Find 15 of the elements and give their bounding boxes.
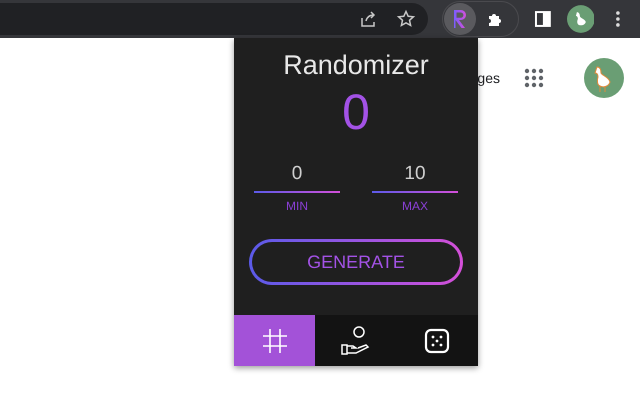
dice-icon [423, 326, 452, 354]
apps-grid-icon[interactable] [524, 68, 544, 88]
field-label: MIN [286, 199, 308, 213]
popup-title: Randomizer [283, 50, 429, 81]
result-number: 0 [342, 87, 370, 137]
images-link[interactable]: ges [477, 70, 500, 86]
number-field[interactable]: 10 [372, 163, 458, 193]
star-icon[interactable] [396, 9, 416, 29]
side-panel-icon[interactable] [532, 9, 552, 29]
number-field[interactable]: 0 [254, 163, 340, 193]
field-label: MAX [402, 199, 428, 213]
extension-r-icon[interactable] [444, 3, 476, 35]
hashtag-icon [260, 326, 289, 354]
coin-hand-icon [340, 324, 372, 356]
avatar-icon[interactable] [566, 5, 594, 33]
